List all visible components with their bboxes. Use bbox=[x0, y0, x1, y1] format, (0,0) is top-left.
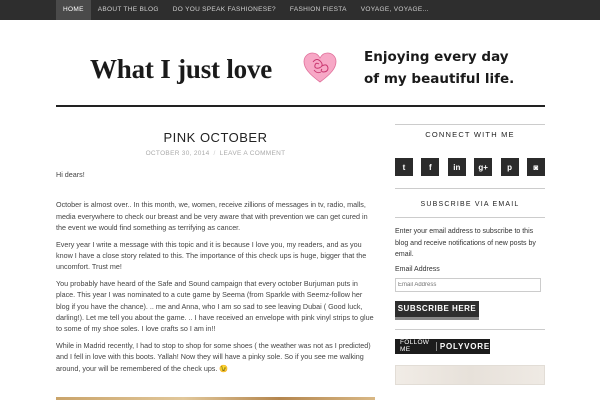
tagline-line-1: Enjoying every day bbox=[364, 49, 509, 65]
nav-item-home[interactable]: HOME bbox=[56, 0, 91, 20]
sidebar-divider bbox=[395, 124, 545, 125]
site-logo-text[interactable]: What I just love bbox=[90, 54, 272, 85]
tagline-line-2: of my beautiful life. bbox=[364, 71, 515, 87]
meta-separator: / bbox=[213, 150, 216, 157]
nav-item-fashion-fiesta[interactable]: FASHION FIESTA bbox=[283, 0, 354, 20]
header-divider bbox=[56, 105, 545, 107]
site-tagline: Enjoying every day of my beautiful life. bbox=[364, 46, 514, 90]
sidebar-divider bbox=[395, 217, 545, 218]
nav-item-do-you-speak-fashionese[interactable]: DO YOU SPEAK FASHIONESE? bbox=[166, 0, 283, 20]
site-header: What I just love Enjoying every day of m… bbox=[56, 32, 545, 104]
pinterest-icon[interactable]: p bbox=[500, 158, 519, 176]
sidebar-divider bbox=[395, 188, 545, 189]
post-greeting: Hi dears! bbox=[56, 170, 85, 179]
email-input[interactable] bbox=[395, 277, 541, 292]
post-title[interactable]: PINK OCTOBER bbox=[56, 130, 375, 145]
post-date[interactable]: OCTOBER 30, 2014 bbox=[146, 150, 210, 157]
twitter-icon[interactable]: t bbox=[395, 158, 413, 176]
linkedin-icon[interactable]: in bbox=[447, 158, 466, 176]
leave-comment-link[interactable]: LEAVE A COMMENT bbox=[220, 150, 286, 157]
facebook-icon[interactable]: f bbox=[421, 158, 440, 176]
heart-logo-icon bbox=[303, 52, 337, 83]
polyvore-separator bbox=[436, 341, 437, 351]
email-label: Email Address bbox=[395, 265, 440, 273]
nav-item-about-the-blog[interactable]: ABOUT THE BLOG bbox=[91, 0, 166, 20]
polyvore-thumbnail[interactable] bbox=[395, 364, 545, 385]
post-paragraph: While in Madrid recently, I had to stop … bbox=[56, 341, 371, 373]
polyvore-follow-label: FOLLOW ME bbox=[400, 339, 430, 353]
subscribe-button[interactable]: SUBSCRIBE HERE bbox=[395, 300, 479, 320]
googleplus-icon[interactable]: g+ bbox=[474, 158, 493, 176]
sidebar: CONNECT WITH ME t f in g+ p ◙ SUBSCRIBE … bbox=[395, 124, 545, 385]
subscribe-description: Enter your email address to subscribe to… bbox=[395, 228, 536, 258]
instagram-icon[interactable]: ◙ bbox=[526, 158, 545, 176]
nav-menu: HOME ABOUT THE BLOG DO YOU SPEAK FASHION… bbox=[56, 0, 436, 20]
top-navigation-bar: HOME ABOUT THE BLOG DO YOU SPEAK FASHION… bbox=[0, 0, 600, 20]
post-paragraph: Every year I write a message with this t… bbox=[56, 239, 367, 272]
nav-item-voyage[interactable]: VOYAGE, VOYAGE... bbox=[354, 0, 436, 20]
post-body: Hi dears! October is almost over.. In th… bbox=[56, 169, 375, 374]
sidebar-divider bbox=[395, 328, 545, 330]
connect-heading: CONNECT WITH ME bbox=[425, 130, 515, 139]
post-paragraph: You probably have heard of the Safe and … bbox=[56, 279, 374, 334]
post-paragraph: October is almost over.. In this month, … bbox=[56, 200, 368, 232]
social-icons-row: t f in g+ p ◙ bbox=[395, 158, 545, 176]
polyvore-follow-badge[interactable]: FOLLOW ME POLYVORE bbox=[395, 338, 490, 354]
polyvore-name: POLYVORE bbox=[439, 341, 490, 351]
subscribe-heading: SUBSCRIBE VIA EMAIL bbox=[420, 201, 520, 208]
post-meta: OCTOBER 30, 2014/ LEAVE A COMMENT bbox=[56, 150, 375, 157]
